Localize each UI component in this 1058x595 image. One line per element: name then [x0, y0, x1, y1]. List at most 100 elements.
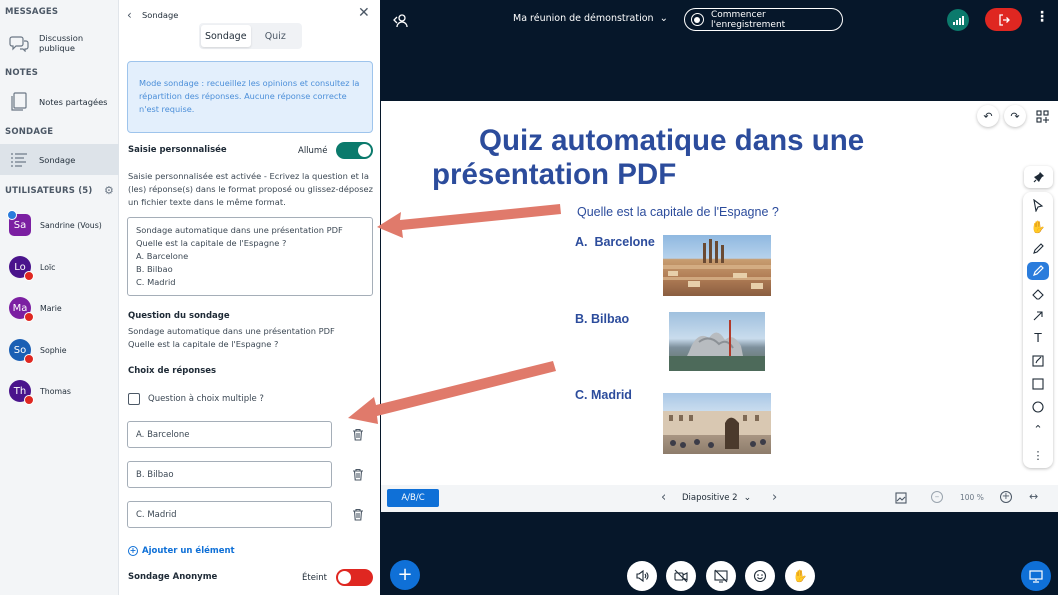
user-name: Marie — [40, 303, 62, 313]
option-input[interactable]: A. Barcelone — [127, 421, 332, 448]
more-options-icon[interactable]: ⋮ — [1035, 10, 1049, 24]
notes-icon — [9, 92, 29, 112]
hand-tool-icon[interactable]: ✋ — [1027, 218, 1049, 236]
chat-icon — [9, 33, 29, 53]
panel-title: Sondage — [142, 10, 179, 20]
pencil-tool-icon[interactable] — [1027, 240, 1049, 258]
chevron-up-icon[interactable]: ⌃ — [1027, 420, 1049, 438]
slide-answer: A. Barcelone — [575, 235, 655, 249]
smiley-icon — [753, 569, 767, 583]
toggle-user-list-icon[interactable] — [392, 12, 408, 28]
anonymous-label: Sondage Anonyme — [128, 572, 218, 582]
fit-to-screen-icon[interactable] — [895, 492, 907, 504]
slide-history-controls: ↶ ↷ — [977, 105, 1058, 129]
signal-bars-icon — [952, 16, 964, 25]
connection-status-button[interactable] — [947, 9, 969, 31]
presentation-icon — [1029, 570, 1043, 583]
public-chat-item[interactable]: Discussion publique — [0, 32, 119, 54]
users-settings-gear-icon[interactable]: ⚙ — [104, 185, 114, 196]
previous-slide-icon[interactable]: ‹ — [661, 490, 666, 505]
multiple-choice-checkbox[interactable] — [128, 393, 140, 405]
redo-button[interactable]: ↷ — [1004, 105, 1026, 127]
user-item[interactable]: Sa Sandrine (Vous) — [0, 208, 119, 242]
back-chevron-icon[interactable]: ‹ — [127, 8, 132, 22]
user-item[interactable]: Lo Loïc — [0, 250, 119, 284]
leave-button[interactable] — [985, 8, 1022, 31]
choices-label: Choix de réponses — [128, 366, 217, 376]
trash-icon[interactable] — [352, 428, 364, 441]
audio-button[interactable] — [627, 561, 657, 591]
user-item[interactable]: Th Thomas — [0, 374, 119, 408]
poll-list-icon — [9, 150, 29, 170]
screenshare-button[interactable] — [706, 561, 736, 591]
pin-tool-button[interactable] — [1024, 166, 1053, 188]
trash-icon[interactable] — [352, 508, 364, 521]
avatar: So — [9, 339, 34, 364]
users-heading: UTILISATEURS (5) — [5, 186, 93, 196]
user-list-sidebar: MESSAGES Discussion publique NOTES Notes… — [0, 0, 119, 595]
close-icon[interactable]: ✕ — [358, 5, 370, 21]
barcelona-photo — [663, 235, 771, 296]
tab-quiz[interactable]: Quiz — [251, 25, 301, 47]
reactions-button[interactable] — [745, 561, 775, 591]
anonymous-state: Éteint — [302, 573, 328, 583]
draw-tool-icon[interactable] — [1027, 262, 1049, 280]
avatar: Sa — [7, 210, 31, 236]
zoom-level: 100 % — [960, 493, 984, 502]
presentation-slide[interactable]: Quiz automatique dans une présentation P… — [381, 101, 1058, 485]
next-slide-icon[interactable]: › — [772, 490, 777, 505]
record-button[interactable]: Commencer l'enregistrement — [684, 8, 843, 31]
undo-button[interactable]: ↶ — [977, 105, 999, 127]
muted-mic-icon — [24, 271, 34, 281]
option-input[interactable]: B. Bilbao — [127, 461, 332, 488]
rectangle-tool-icon[interactable] — [1027, 375, 1049, 393]
arrow-tool-icon[interactable] — [1027, 307, 1049, 325]
user-name: Sandrine (Vous) — [40, 220, 102, 230]
notes-heading: NOTES — [5, 68, 39, 78]
poll-heading: SONDAGE — [5, 127, 54, 137]
raise-hand-button[interactable]: ✋ — [785, 561, 815, 591]
slide-question: Quelle est la capitale de l'Espagne ? — [577, 205, 779, 219]
more-tools-icon[interactable]: ⋮ — [1027, 446, 1049, 464]
anonymous-toggle[interactable] — [336, 569, 373, 586]
fit-width-icon[interactable]: ↔ — [1029, 490, 1038, 503]
camera-off-icon — [674, 569, 688, 583]
select-tool-icon[interactable] — [1027, 196, 1049, 214]
mode-tabs: Sondage Quiz — [199, 23, 302, 49]
shared-notes-item[interactable]: Notes partagées — [0, 91, 119, 113]
quick-poll-button[interactable]: A/B/C — [387, 489, 439, 507]
user-name: Loïc — [40, 262, 56, 272]
tab-poll[interactable]: Sondage — [201, 25, 251, 47]
slide-controls-bar: A/B/C ‹ Diapositive 2 ⌄ › – 100 % + ↔ — [381, 485, 1058, 512]
presentation-toggle-button[interactable] — [1021, 561, 1051, 591]
eraser-tool-icon[interactable] — [1027, 285, 1049, 303]
camera-button[interactable] — [666, 561, 696, 591]
meeting-title[interactable]: Ma réunion de démonstration ⌄ — [513, 13, 668, 24]
ellipse-tool-icon[interactable] — [1027, 398, 1049, 416]
public-chat-label: Discussion publique — [39, 33, 84, 53]
apps-grid-icon[interactable] — [1031, 105, 1053, 127]
chevron-down-icon: ⌄ — [743, 493, 752, 503]
zoom-in-icon[interactable]: + — [1000, 491, 1012, 503]
poll-sidebar-item[interactable]: Sondage — [0, 144, 119, 175]
user-item[interactable]: Ma Marie — [0, 291, 119, 325]
actions-button[interactable]: + — [390, 560, 420, 590]
custom-poll-textarea[interactable]: Sondage automatique dans une présentatio… — [127, 217, 373, 296]
note-tool-icon[interactable] — [1027, 352, 1049, 370]
text-tool-icon[interactable]: T — [1027, 329, 1049, 347]
multiple-choice-label: Question à choix multiple ? — [148, 394, 264, 404]
user-name: Thomas — [40, 386, 71, 396]
question-label: Question du sondage — [128, 311, 230, 321]
zoom-out-icon[interactable]: – — [931, 491, 943, 503]
poll-mode-info: Mode sondage : recueillez les opinions e… — [127, 61, 373, 133]
slide-title: Quiz automatique dans une présentation P… — [432, 124, 865, 191]
custom-input-toggle[interactable] — [336, 142, 373, 159]
shared-notes-label: Notes partagées — [39, 97, 108, 107]
slide-selector[interactable]: Diapositive 2 ⌄ — [682, 493, 751, 503]
avatar: Lo — [9, 256, 34, 281]
trash-icon[interactable] — [352, 468, 364, 481]
add-item-button[interactable]: + Ajouter un élément — [128, 546, 235, 556]
option-input[interactable]: C. Madrid — [127, 501, 332, 528]
screenshare-off-icon — [714, 569, 728, 583]
user-item[interactable]: So Sophie — [0, 333, 119, 367]
